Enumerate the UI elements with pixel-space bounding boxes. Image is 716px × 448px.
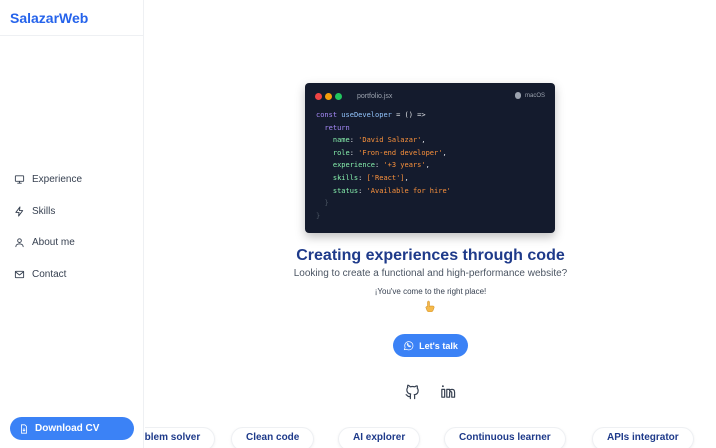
code-line: } bbox=[316, 210, 555, 223]
maximize-dot-icon bbox=[335, 92, 342, 100]
linkedin-link[interactable] bbox=[439, 383, 456, 400]
code-filename: portfolio.jsx bbox=[357, 92, 393, 100]
sidebar-item-label: Skills bbox=[32, 205, 56, 217]
sidebar-item-label: Contact bbox=[32, 268, 67, 280]
sidebar-item-label: Experience bbox=[32, 174, 83, 186]
code-brace: } bbox=[316, 211, 321, 220]
skill-pill: Problem solver bbox=[145, 427, 216, 448]
main-content: portfolio.jsx macOS const useDeveloper =… bbox=[145, 0, 716, 448]
skill-pill: Clean code bbox=[231, 427, 315, 448]
code-punct: = () => bbox=[391, 111, 426, 119]
github-link[interactable] bbox=[404, 383, 421, 400]
code-line: skills: ['React'], bbox=[332, 173, 409, 182]
skill-pill: Continuous learner bbox=[444, 427, 566, 448]
linkedin-icon bbox=[441, 385, 456, 398]
skill-pill: APIs integrator bbox=[592, 427, 694, 448]
user-icon bbox=[15, 238, 24, 248]
code-prop: status bbox=[332, 186, 359, 195]
close-dot-icon bbox=[315, 92, 322, 100]
code-punct: , bbox=[425, 161, 430, 170]
app-window: SalazarWeb Experience Skills About me Co… bbox=[0, 0, 716, 448]
file-download-icon bbox=[21, 423, 27, 434]
mail-icon bbox=[14, 270, 25, 278]
sidebar: SalazarWeb Experience Skills About me Co… bbox=[0, 0, 144, 448]
code-prop: name bbox=[332, 136, 350, 145]
hero-subtitle-secondary: ¡You've come to the right place! bbox=[374, 287, 487, 296]
whatsapp-icon bbox=[403, 341, 414, 351]
download-cv-label: Download CV bbox=[35, 423, 100, 434]
code-line: experience: '+3 years', bbox=[332, 161, 430, 170]
sidebar-item-skills[interactable]: Skills bbox=[0, 196, 143, 228]
code-string: 'Available for hire' bbox=[366, 186, 451, 195]
sidebar-item-experience[interactable]: Experience bbox=[0, 164, 143, 196]
code-string: '+3 years' bbox=[383, 161, 426, 170]
code-line: } bbox=[316, 197, 555, 210]
code-keyword: return bbox=[324, 123, 350, 132]
github-icon bbox=[405, 384, 419, 400]
os-text: macOS bbox=[524, 92, 545, 99]
code-window-header: portfolio.jsx macOS bbox=[305, 83, 555, 109]
code-keyword: const bbox=[316, 111, 338, 119]
code-line: name: 'David Salazar', bbox=[332, 136, 426, 145]
code-string: ['React'] bbox=[366, 173, 405, 182]
code-string: 'David Salazar' bbox=[358, 136, 422, 145]
code-punct: , bbox=[421, 136, 426, 145]
code-block: const useDeveloper = () => return name: … bbox=[305, 109, 555, 222]
code-function: useDeveloper bbox=[341, 111, 392, 119]
hero-subtitle: Looking to create a functional and high-… bbox=[293, 268, 568, 279]
sidebar-item-label: About me bbox=[32, 237, 75, 249]
hero-headline: Creating experiences through code bbox=[296, 247, 565, 264]
code-brace: } bbox=[324, 199, 329, 208]
code-prop: role bbox=[332, 148, 350, 157]
code-line: return bbox=[316, 122, 555, 135]
sidebar-item-about-me[interactable]: About me bbox=[0, 227, 143, 259]
monitor-icon bbox=[14, 175, 25, 184]
minimize-dot-icon bbox=[325, 92, 332, 100]
skills-ticker: Problem solver Clean code AI explorer Co… bbox=[145, 427, 716, 448]
lightning-icon bbox=[15, 206, 24, 217]
code-prop: skills bbox=[332, 173, 359, 182]
code-punct: , bbox=[442, 148, 447, 157]
code-line: status: 'Available for hire' bbox=[332, 186, 451, 195]
code-line: role: 'Fron-end developer', bbox=[332, 148, 447, 157]
lets-talk-button[interactable]: Let's talk bbox=[393, 334, 468, 357]
code-preview-card: portfolio.jsx macOS const useDeveloper =… bbox=[305, 83, 555, 233]
skill-pill: AI explorer bbox=[338, 427, 421, 448]
sidebar-item-contact[interactable]: Contact bbox=[0, 259, 143, 291]
apple-icon bbox=[514, 92, 521, 99]
lets-talk-label: Let's talk bbox=[419, 340, 458, 351]
sidebar-nav: Experience Skills About me Contact bbox=[0, 164, 143, 290]
os-label: macOS bbox=[514, 92, 545, 99]
download-cv-button[interactable]: Download CV bbox=[10, 417, 134, 440]
brand-logo[interactable]: SalazarWeb bbox=[0, 0, 143, 36]
code-prop: experience bbox=[332, 161, 376, 170]
code-punct: , bbox=[404, 173, 409, 182]
pointing-down-hand-icon bbox=[425, 300, 435, 312]
code-line: const useDeveloper = () => bbox=[316, 109, 555, 122]
code-string: 'Fron-end developer' bbox=[358, 148, 443, 157]
